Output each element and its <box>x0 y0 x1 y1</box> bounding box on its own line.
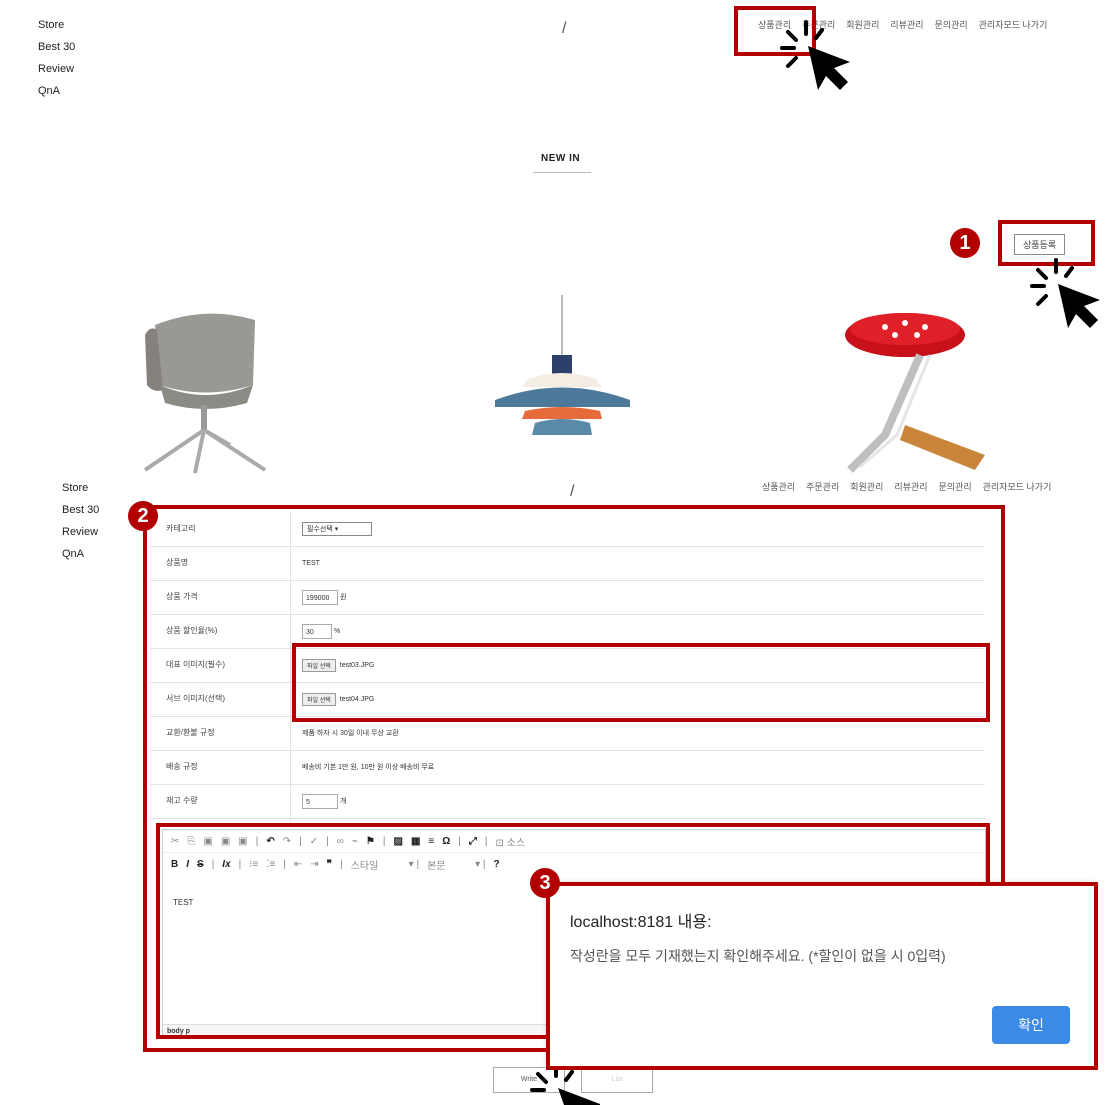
step-badge-1: 1 <box>950 228 980 258</box>
click-cursor-icon <box>780 20 850 90</box>
breadcrumb-slash: / <box>570 483 575 500</box>
nav-inquiry-manage[interactable]: 문의관리 <box>939 482 972 492</box>
nav-product-manage[interactable]: 상품관리 <box>762 482 795 492</box>
nav-review-manage[interactable]: 리뷰관리 <box>890 20 923 30</box>
product-image-chair[interactable] <box>135 305 275 475</box>
step-badge-3: 3 <box>530 868 560 898</box>
breadcrumb-slash: / <box>562 20 567 37</box>
product-image-stool[interactable] <box>825 305 995 475</box>
side-nav-review[interactable]: Review <box>62 521 99 543</box>
register-product-button[interactable]: 상품등록 <box>1014 234 1066 255</box>
nav-order-manage[interactable]: 주문관리 <box>806 482 839 492</box>
side-nav-top: Store Best 30 Review QnA <box>38 14 75 102</box>
admin-top-nav: 상품관리 주문관리 회원관리 리뷰관리 문의관리 관리자모드 나가기 <box>762 480 1062 493</box>
nav-exit-admin[interactable]: 관리자모드 나가기 <box>979 20 1048 30</box>
highlight-images <box>292 643 990 722</box>
step-badge-2: 2 <box>128 501 158 531</box>
side-nav-store[interactable]: Store <box>62 477 99 499</box>
side-nav-qna[interactable]: QnA <box>62 543 99 565</box>
product-image-pendant-lamp[interactable] <box>490 295 640 445</box>
side-nav-review[interactable]: Review <box>38 58 75 80</box>
nav-member-manage[interactable]: 회원관리 <box>850 482 883 492</box>
highlight-dialog <box>546 882 1098 1070</box>
side-nav-bottom: Store Best 30 Review QnA <box>62 477 99 565</box>
side-nav-store[interactable]: Store <box>38 14 75 36</box>
nav-inquiry-manage[interactable]: 문의관리 <box>935 20 968 30</box>
nav-review-manage[interactable]: 리뷰관리 <box>894 482 927 492</box>
section-title: NEW IN <box>541 153 581 164</box>
side-nav-qna[interactable]: QnA <box>38 80 75 102</box>
side-nav-best30[interactable]: Best 30 <box>38 36 75 58</box>
click-cursor-icon <box>1030 258 1100 328</box>
side-nav-best30[interactable]: Best 30 <box>62 499 99 521</box>
section-title-underline <box>533 172 591 173</box>
nav-exit-admin[interactable]: 관리자모드 나가기 <box>983 482 1052 492</box>
